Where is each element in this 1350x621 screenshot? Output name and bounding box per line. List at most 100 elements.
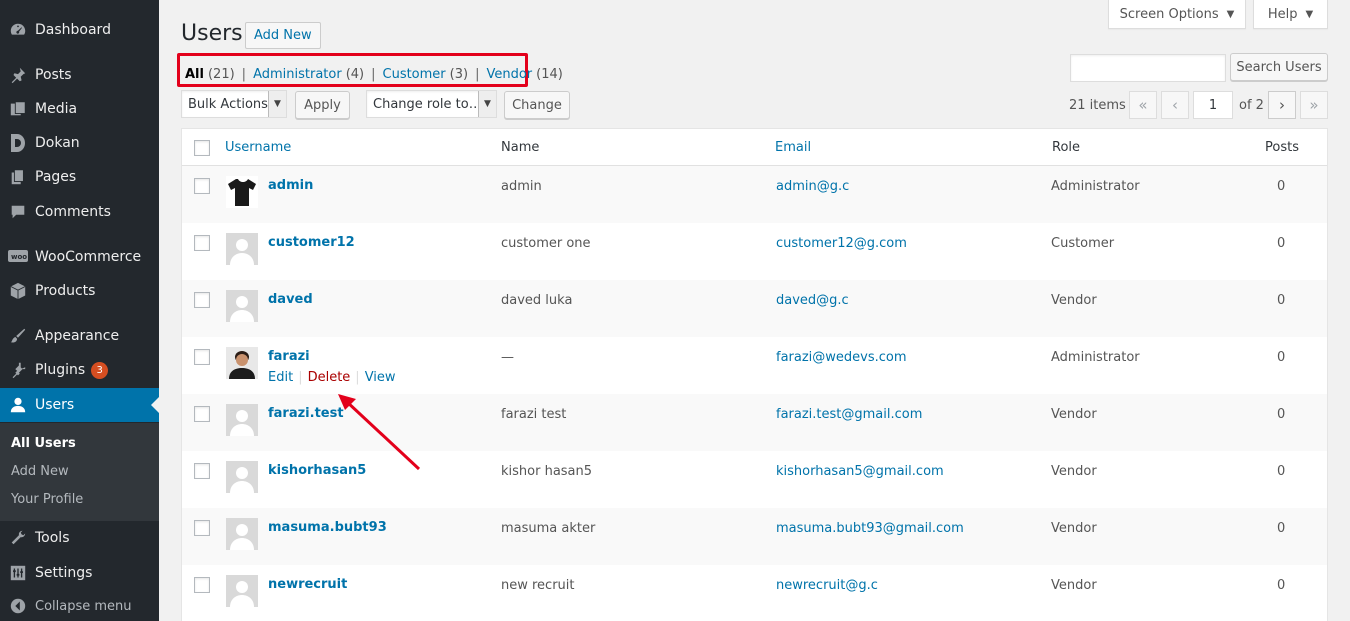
table-header: Username Name Email Role Posts — [182, 129, 1327, 166]
filter-administrator[interactable]: Administrator — [253, 67, 342, 82]
pin-icon — [8, 65, 28, 85]
user-posts[interactable]: 0 — [1277, 179, 1285, 194]
avatar-photo — [226, 347, 258, 379]
user-posts[interactable]: 0 — [1277, 464, 1285, 479]
row-checkbox[interactable] — [194, 292, 210, 308]
user-email[interactable]: admin@g.c — [776, 179, 849, 194]
current-page-input[interactable]: 1 — [1193, 91, 1233, 119]
user-email[interactable]: farazi.test@gmail.com — [776, 407, 922, 422]
menu-tools[interactable]: Tools — [0, 521, 159, 555]
menu-pages[interactable]: Pages — [0, 160, 159, 194]
change-role-button[interactable]: Change — [504, 91, 570, 119]
filter-all[interactable]: All — [185, 67, 204, 82]
filter-customer[interactable]: Customer — [383, 67, 446, 82]
submenu-add-new[interactable]: Add New — [11, 464, 69, 479]
row-checkbox[interactable] — [194, 520, 210, 536]
menu-dokan[interactable]: Dokan — [0, 126, 159, 160]
screen-options-label: Screen Options — [1119, 6, 1219, 22]
add-new-button[interactable]: Add New — [245, 22, 321, 49]
row-checkbox[interactable] — [194, 178, 210, 194]
menu-label: Users — [35, 397, 75, 413]
username-link[interactable]: customer12 — [268, 235, 355, 250]
change-role-select[interactable]: Change role to… ▼ — [366, 90, 497, 118]
menu-label: Collapse menu — [35, 598, 132, 614]
row-checkbox[interactable] — [194, 406, 210, 422]
svg-text:woo: woo — [11, 253, 27, 261]
user-email[interactable]: kishorhasan5@gmail.com — [776, 464, 944, 479]
submenu-your-profile[interactable]: Your Profile — [11, 492, 83, 507]
table-row: farazi Edit | Delete | View — farazi@wed… — [182, 337, 1327, 394]
menu-woocommerce[interactable]: woo WooCommerce — [0, 240, 159, 274]
user-posts[interactable]: 0 — [1277, 293, 1285, 308]
user-email[interactable]: customer12@g.com — [776, 236, 907, 251]
select-all-checkbox[interactable] — [194, 140, 210, 156]
next-page-button[interactable]: › — [1268, 91, 1296, 119]
row-checkbox[interactable] — [194, 235, 210, 251]
plug-icon — [8, 360, 28, 380]
menu-media[interactable]: Media — [0, 92, 159, 126]
menu-label: Posts — [35, 67, 72, 83]
menu-label: Dashboard — [35, 22, 111, 38]
menu-plugins[interactable]: Plugins 3 — [0, 353, 159, 387]
username-link[interactable]: newrecruit — [268, 577, 347, 592]
username-link[interactable]: farazi — [268, 349, 310, 364]
chevron-down-icon: ▼ — [478, 91, 496, 117]
user-role: Vendor — [1051, 407, 1097, 422]
avatar-default — [226, 404, 258, 436]
bulk-actions-select[interactable]: Bulk Actions ▼ — [181, 90, 287, 118]
username-link[interactable]: daved — [268, 292, 313, 307]
menu-label: Tools — [35, 530, 70, 546]
apply-button[interactable]: Apply — [295, 91, 350, 119]
page-title: Users — [181, 21, 243, 46]
username-link[interactable]: admin — [268, 178, 313, 193]
row-checkbox[interactable] — [194, 463, 210, 479]
help-button[interactable]: Help ▼ — [1253, 0, 1328, 29]
user-role: Vendor — [1051, 578, 1097, 593]
username-link[interactable]: kishorhasan5 — [268, 463, 366, 478]
view-user-link[interactable]: View — [365, 370, 396, 385]
menu-label: Dokan — [35, 135, 80, 151]
menu-products[interactable]: Products — [0, 274, 159, 308]
avatar-default — [226, 461, 258, 493]
menu-appearance[interactable]: Appearance — [0, 319, 159, 353]
main-content: Screen Options ▼ Help ▼ Users Add New Al… — [159, 0, 1350, 621]
prev-page-button[interactable]: ‹ — [1161, 91, 1189, 119]
first-page-button[interactable]: « — [1129, 91, 1157, 119]
user-posts[interactable]: 0 — [1277, 521, 1285, 536]
collapse-menu[interactable]: Collapse menu — [0, 589, 159, 621]
menu-dashboard[interactable]: Dashboard — [0, 13, 159, 47]
user-role: Administrator — [1051, 179, 1140, 194]
column-email[interactable]: Email — [775, 140, 811, 155]
row-checkbox[interactable] — [194, 349, 210, 365]
username-link[interactable]: masuma.bubt93 — [268, 520, 387, 535]
last-page-button[interactable]: » — [1300, 91, 1328, 119]
search-users-button[interactable]: Search Users — [1230, 53, 1328, 81]
username-link[interactable]: farazi.test — [268, 406, 344, 421]
user-email[interactable]: masuma.bubt93@gmail.com — [776, 521, 964, 536]
user-posts[interactable]: 0 — [1277, 578, 1285, 593]
menu-settings[interactable]: Settings — [0, 556, 159, 590]
screen-options-button[interactable]: Screen Options ▼ — [1108, 0, 1246, 29]
brush-icon — [8, 326, 28, 346]
column-username[interactable]: Username — [225, 140, 291, 155]
user-posts[interactable]: 0 — [1277, 407, 1285, 422]
user-email[interactable]: farazi@wedevs.com — [776, 350, 907, 365]
user-role: Customer — [1051, 236, 1115, 251]
user-email[interactable]: newrecruit@g.c — [776, 578, 878, 593]
submenu-all-users[interactable]: All Users — [11, 436, 76, 451]
menu-users[interactable]: Users — [0, 388, 159, 422]
menu-label: Comments — [35, 204, 111, 220]
delete-user-link[interactable]: Delete — [308, 370, 351, 385]
menu-comments[interactable]: Comments — [0, 195, 159, 229]
user-role: Vendor — [1051, 293, 1097, 308]
filter-all-count: (21) — [207, 67, 235, 82]
search-users-input[interactable] — [1070, 54, 1226, 82]
user-posts[interactable]: 0 — [1277, 350, 1285, 365]
user-posts[interactable]: 0 — [1277, 236, 1285, 251]
menu-posts[interactable]: Posts — [0, 58, 159, 92]
filter-vendor[interactable]: Vendor — [486, 67, 532, 82]
edit-user-link[interactable]: Edit — [268, 370, 293, 385]
user-email[interactable]: daved@g.c — [776, 293, 849, 308]
avatar-default — [226, 290, 258, 322]
row-checkbox[interactable] — [194, 577, 210, 593]
